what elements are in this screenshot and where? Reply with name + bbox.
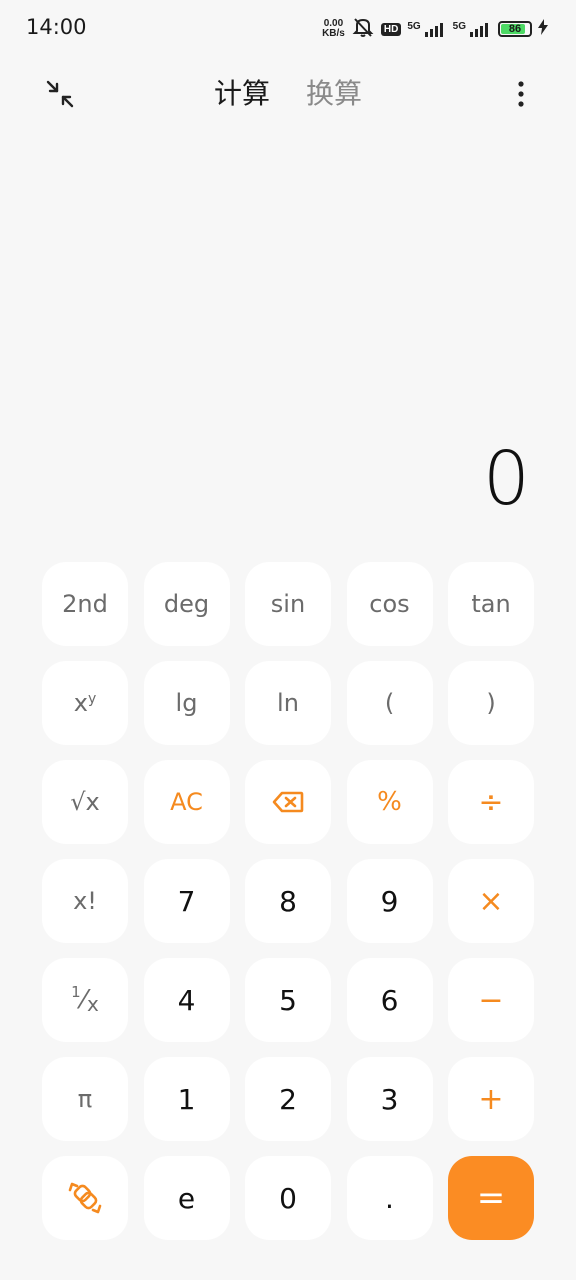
key-8[interactable]: 8 xyxy=(245,859,331,943)
key-switch-mode[interactable] xyxy=(42,1156,128,1240)
more-vertical-icon xyxy=(518,81,524,107)
battery-icon: 86 xyxy=(498,21,532,37)
key-tan[interactable]: tan xyxy=(448,562,534,646)
key-2nd[interactable]: 2nd xyxy=(42,562,128,646)
tab-convert[interactable]: 换算 xyxy=(306,72,362,112)
more-options-button[interactable] xyxy=(506,74,536,114)
battery-level: 86 xyxy=(508,23,522,35)
key-cos[interactable]: cos xyxy=(346,562,433,646)
key-pi[interactable]: π xyxy=(42,1057,128,1141)
backspace-icon xyxy=(272,791,304,813)
key-9[interactable]: 9 xyxy=(346,859,433,943)
sim1-network-label: 5G xyxy=(407,21,421,32)
key-4[interactable]: 4 xyxy=(143,958,230,1042)
key-all-clear[interactable]: AC xyxy=(143,760,230,844)
key-add[interactable]: + xyxy=(448,1057,534,1141)
key-7[interactable]: 7 xyxy=(143,859,230,943)
key-backspace[interactable] xyxy=(245,760,331,844)
signal-bars-icon xyxy=(424,23,443,37)
key-factorial[interactable]: x! xyxy=(42,859,128,943)
key-lg[interactable]: lg xyxy=(143,661,230,745)
key-1[interactable]: 1 xyxy=(143,1057,230,1141)
key-deg[interactable]: deg xyxy=(143,562,230,646)
status-icons: 0.00 KB/s HD 5G 5G 86 xyxy=(322,16,548,42)
key-equals[interactable]: = xyxy=(448,1156,534,1240)
key-multiply[interactable]: × xyxy=(448,859,534,943)
reciprocal-numerator: 1 xyxy=(71,983,81,1001)
network-speed-unit: KB/s xyxy=(322,28,345,39)
key-divide[interactable]: ÷ xyxy=(448,760,534,844)
charging-icon xyxy=(538,19,548,39)
tab-calculate[interactable]: 计算 xyxy=(214,72,270,112)
switch-mode-icon xyxy=(68,1182,102,1214)
key-left-paren[interactable]: ( xyxy=(346,661,433,745)
signal-bars-icon xyxy=(470,23,488,37)
key-2[interactable]: 2 xyxy=(245,1057,331,1141)
key-sin[interactable]: sin xyxy=(245,562,331,646)
mode-tabs: 计算 换算 xyxy=(0,72,576,112)
reciprocal-denominator: x xyxy=(87,992,99,1016)
sim2-network-label: 5G xyxy=(452,21,466,32)
status-time: 14:00 xyxy=(26,15,87,39)
key-3[interactable]: 3 xyxy=(346,1057,433,1141)
key-5[interactable]: 5 xyxy=(245,958,331,1042)
key-e[interactable]: e xyxy=(143,1156,230,1240)
key-0[interactable]: 0 xyxy=(245,1156,331,1240)
status-bar: 14:00 0.00 KB/s HD 5G 5G 86 xyxy=(0,0,576,56)
keypad: 2nd deg sin cos tan xy lg ln ( ) √x AC %… xyxy=(42,562,534,1240)
signal-sim2: 5G xyxy=(453,21,492,37)
mute-icon xyxy=(351,16,375,42)
key-sqrt[interactable]: √x xyxy=(42,760,128,844)
hd-badge: HD xyxy=(380,22,402,36)
key-power-exponent: y xyxy=(87,691,97,707)
key-subtract[interactable]: − xyxy=(448,958,534,1042)
key-decimal[interactable]: . xyxy=(346,1156,433,1240)
key-power[interactable]: xy xyxy=(42,661,128,745)
key-reciprocal[interactable]: 1 ⁄ x xyxy=(42,958,128,1042)
signal-sim1: 5G xyxy=(407,21,446,37)
reciprocal-label: 1 ⁄ x xyxy=(71,983,99,1016)
network-speed: 0.00 KB/s xyxy=(322,19,345,39)
key-percent[interactable]: % xyxy=(346,760,433,844)
key-6[interactable]: 6 xyxy=(346,958,433,1042)
result-display: 0 xyxy=(482,436,530,522)
calculator-screen: 14:00 0.00 KB/s HD 5G 5G 86 计算 换算 0 2nd … xyxy=(0,0,576,1280)
key-ln[interactable]: ln xyxy=(245,661,331,745)
reciprocal-slash: ⁄ xyxy=(81,985,87,1015)
app-header: 计算 换算 xyxy=(0,60,576,124)
key-right-paren[interactable]: ) xyxy=(448,661,534,745)
key-power-base: x xyxy=(73,689,88,717)
